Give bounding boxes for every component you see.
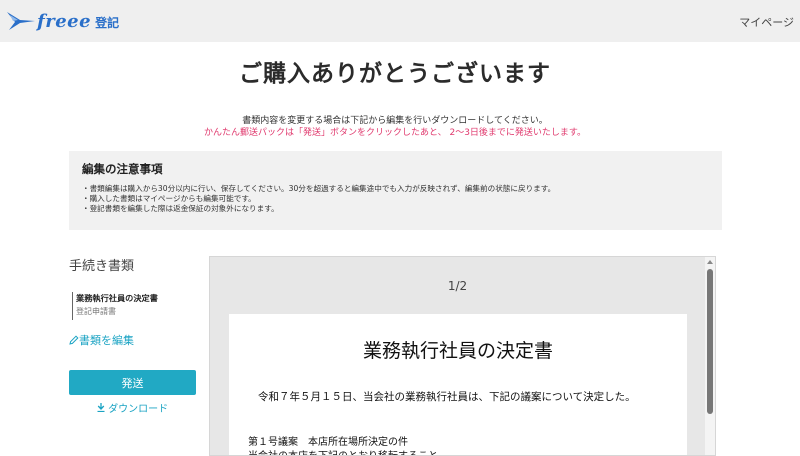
top-header: freee 登記 マイページ [0,0,800,42]
logo-sub-text: 登記 [95,16,120,30]
preview-scrollbar[interactable] [705,257,715,455]
document-text-line: 当会社の本店を下記のとおり移転すること。 [248,447,448,455]
document-name: 業務執行社員の決定書 [76,293,158,303]
notice-title: 編集の注意事項 [82,162,163,176]
download-link[interactable]: ダウンロード [69,400,196,415]
download-label: ダウンロード [108,404,169,415]
shipping-alert-text: かんたん郵送パックは「発送」ボタンをクリックしたあと、 2〜3日後までに発送いた… [203,128,587,138]
logo-text: freee [37,10,92,32]
document-list-item[interactable]: 業務執行社員の決定書 登記申請書 [72,292,158,320]
document-text-line: 第１号議案 本店所在場所決定の件 [248,437,408,448]
notice-list: ・書類編集は購入から30分以内に行い、保存してください。30分を超過すると編集途… [82,184,555,214]
scroll-up-icon[interactable] [707,260,713,264]
page-indicator: 1/2 [447,279,468,293]
paper-plane-bird-icon [7,12,35,30]
document-preview[interactable]: 1/2 業務執行社員の決定書 令和７年５月１５日、当会社の業務執行社員は、下記の… [209,256,716,456]
pencil-icon [69,335,79,345]
notice-item: ・購入した書類はマイページからも編集可能です。 [82,194,256,203]
send-button[interactable]: 発送 [69,370,196,395]
document-page: 業務執行社員の決定書 令和７年５月１５日、当会社の業務執行社員は、下記の議案につ… [229,314,687,455]
notice-item: ・書類編集は購入から30分以内に行い、保存してください。30分を超過すると編集途… [82,184,556,193]
page-title: ご購入ありがとうございます [239,61,551,87]
edit-document-label: 書類を編集 [79,334,134,347]
documents-heading: 手続き書類 [69,259,135,274]
document-title: 業務執行社員の決定書 [362,340,553,362]
mypage-link[interactable]: マイページ [739,14,794,30]
document-text-line: 令和７年５月１５日、当会社の業務執行社員は、下記の議案について決定した。 [258,391,636,403]
notice-item: ・登記書類を編集した際は返金保証の対象外になります。 [82,204,279,213]
freee-logo[interactable]: freee 登記 [6,8,119,34]
download-arrow-icon [97,403,105,413]
edit-document-link[interactable]: 書類を編集 [69,332,134,348]
editing-notice-box: 編集の注意事項 ・書類編集は購入から30分以内に行い、保存してください。30分を… [69,151,722,230]
document-type: 登記申請書 [76,307,116,316]
scroll-thumb[interactable] [707,269,713,414]
